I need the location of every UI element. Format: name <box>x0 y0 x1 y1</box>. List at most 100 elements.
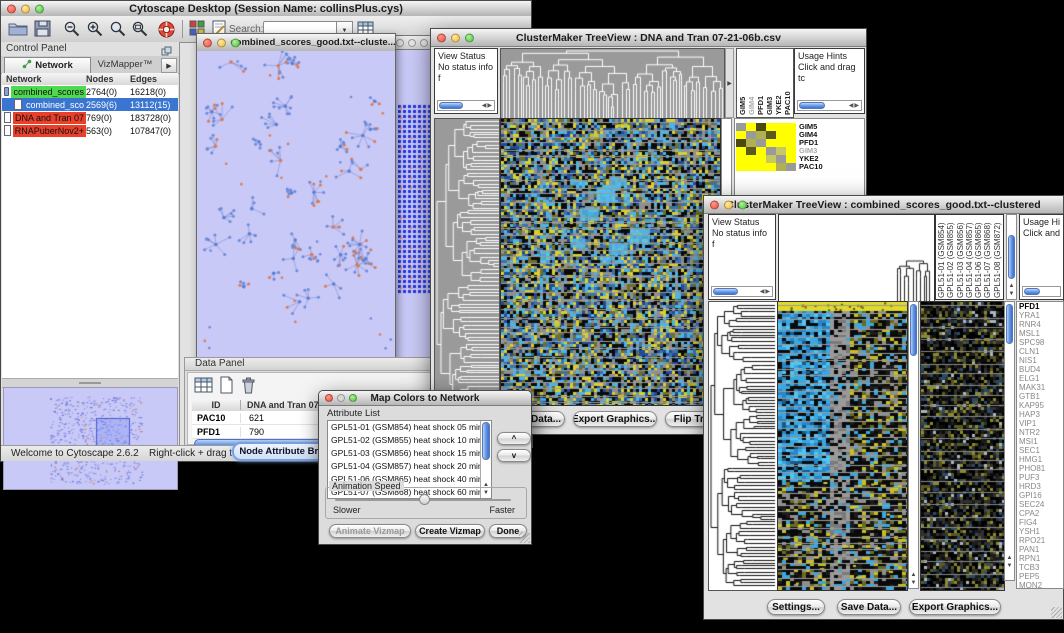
header-network[interactable]: Network <box>2 74 86 84</box>
gene-label[interactable]: PUF3 <box>1019 473 1061 482</box>
zoom-button[interactable] <box>465 33 474 42</box>
network-table-row[interactable]: RNAPuberNov2+563(0)107847(0) <box>2 124 178 137</box>
resize-grip[interactable] <box>519 532 530 543</box>
minimize-button[interactable] <box>724 200 733 209</box>
similarity-cell[interactable] <box>736 139 746 147</box>
titlebar[interactable]: ClusterMaker TreeView : DNA and Tran 07-… <box>431 29 866 47</box>
minimize-button[interactable] <box>217 38 226 47</box>
gene-label[interactable]: NTR2 <box>1019 428 1061 437</box>
gene-label[interactable]: RPO21 <box>1019 536 1061 545</box>
mini-scrollbar[interactable] <box>711 286 773 297</box>
gene-label[interactable]: HMG1 <box>1019 455 1061 464</box>
similarity-cell[interactable] <box>756 139 766 147</box>
column-label[interactable]: GIM4 <box>747 51 756 115</box>
zoom-selected-icon[interactable] <box>131 20 149 43</box>
network-table-row[interactable]: combined_scores2764(0)16218(0) <box>2 85 178 98</box>
column-label[interactable]: GIM3 <box>765 51 774 115</box>
similarity-cell[interactable] <box>766 163 776 171</box>
scrollbar-thumb[interactable] <box>1024 288 1040 295</box>
gene-label[interactable]: PAN1 <box>1019 545 1061 554</box>
similarity-cell[interactable] <box>776 147 786 155</box>
minimize-button[interactable] <box>451 33 460 42</box>
similarity-cell[interactable] <box>736 123 746 131</box>
gene-label[interactable]: GPI16 <box>1019 491 1061 500</box>
zoom-in-icon[interactable] <box>86 20 104 43</box>
scrollbar-thumb[interactable] <box>713 288 738 295</box>
tab-network[interactable]: Network <box>4 57 91 73</box>
gene-label[interactable]: SEC24 <box>1019 500 1061 509</box>
close-button[interactable] <box>710 200 719 209</box>
new-page-icon[interactable] <box>219 376 234 399</box>
zoom-button[interactable] <box>349 394 357 402</box>
close-button[interactable] <box>325 394 333 402</box>
column-scrollbar[interactable] <box>1006 214 1017 300</box>
attribute-list-item[interactable]: GPL51-01 (GSM854) heat shock 05 min <box>328 421 491 434</box>
header-edges[interactable]: Edges <box>130 74 178 84</box>
scrollbar-thumb[interactable] <box>482 422 490 460</box>
network-table-row[interactable]: DNA and Tran 07769(0)183728(0) <box>2 111 178 124</box>
similarity-cell[interactable] <box>746 155 756 163</box>
titlebar[interactable]: combined_scores_good.txt--cluste... <box>197 34 395 52</box>
tab-vizmapper[interactable]: VizMapper™ <box>90 57 160 72</box>
zoom-out-icon[interactable] <box>63 20 81 43</box>
titlebar[interactable]: Map Colors to Network <box>319 391 531 406</box>
gene-label[interactable]: CPA2 <box>1019 509 1061 518</box>
column-label[interactable]: GPL51-03 (GSM856) <box>956 216 965 298</box>
gene-label[interactable]: HAP3 <box>1019 410 1061 419</box>
mini-scrollbar[interactable] <box>1022 286 1061 297</box>
similarity-cell[interactable] <box>776 163 786 171</box>
column-label[interactable]: GPL51-06 (GSM865) <box>974 216 983 298</box>
close-button[interactable] <box>7 4 16 13</box>
settings-button[interactable]: Settings... <box>767 599 825 615</box>
similarity-cell[interactable] <box>736 155 746 163</box>
attribute-list-item[interactable]: GPL51-04 (GSM857) heat shock 20 min <box>328 460 491 473</box>
delete-trash-icon[interactable] <box>241 376 256 399</box>
mini-scrollbar[interactable] <box>797 100 862 111</box>
column-label[interactable]: YKE2 <box>774 51 783 115</box>
gene-label[interactable]: SPC98 <box>1019 338 1061 347</box>
gene-label[interactable]: CLN1 <box>1019 347 1061 356</box>
attribute-list-item[interactable]: GPL51-03 (GSM856) heat shock 15 min <box>328 447 491 460</box>
heatmap-global[interactable] <box>500 118 721 406</box>
mini-scrollbar[interactable] <box>437 100 495 111</box>
birdseye-view[interactable] <box>3 387 178 490</box>
column-dendrogram[interactable] <box>778 214 935 302</box>
similarity-cell[interactable] <box>786 147 796 155</box>
vertical-scrollbar[interactable] <box>908 301 919 589</box>
minimize-button[interactable] <box>408 39 416 47</box>
tab-overflow-button[interactable]: ▶ <box>161 58 177 73</box>
scrollbar-thumb[interactable] <box>439 102 463 109</box>
column-label[interactable]: GPL51-07 (GSM868) <box>983 216 992 298</box>
row-dendrogram[interactable] <box>708 301 778 591</box>
similarity-cell[interactable] <box>756 163 766 171</box>
zoom-button[interactable] <box>420 39 428 47</box>
similarity-cell[interactable] <box>746 131 756 139</box>
column-dendrogram[interactable] <box>500 48 725 120</box>
gene-label[interactable]: MSI1 <box>1019 437 1061 446</box>
similarity-cell[interactable] <box>776 155 786 163</box>
column-label[interactable]: PFD1 <box>756 51 765 115</box>
table-grid-icon[interactable] <box>194 376 213 399</box>
scrollbar-thumb[interactable] <box>1008 235 1015 279</box>
close-button[interactable] <box>396 39 404 47</box>
similarity-cell[interactable] <box>786 131 796 139</box>
zoom-button[interactable] <box>231 38 240 47</box>
similarity-cell[interactable] <box>786 155 796 163</box>
gene-label[interactable]: PFD1 <box>1019 302 1061 311</box>
attribute-list-item[interactable]: GPL51-02 (GSM855) heat shock 10 min <box>328 434 491 447</box>
export-graphics-button[interactable]: Export Graphics... <box>573 411 657 427</box>
similarity-cell[interactable] <box>776 131 786 139</box>
network-table-row[interactable]: combined_sco2569(6)13112(15) <box>2 98 178 111</box>
similarity-cell[interactable] <box>746 163 756 171</box>
column-label[interactable]: GPL51-01 (GSM854) <box>937 216 946 298</box>
similarity-cell[interactable] <box>766 131 776 139</box>
gene-label[interactable]: RPN1 <box>1019 554 1061 563</box>
column-label[interactable]: GPL51-04 (GSM857) <box>965 216 974 298</box>
zoom-button[interactable] <box>738 200 747 209</box>
similarity-cell[interactable] <box>766 155 776 163</box>
gene-label[interactable]: RNR4 <box>1019 320 1061 329</box>
similarity-cell[interactable] <box>786 139 796 147</box>
gene-label[interactable]: YRA1 <box>1019 311 1061 320</box>
animate-vizmap-button[interactable]: Animate Vizmap <box>329 524 411 538</box>
titlebar[interactable]: Cytoscape Desktop (Session Name: collins… <box>1 1 531 17</box>
